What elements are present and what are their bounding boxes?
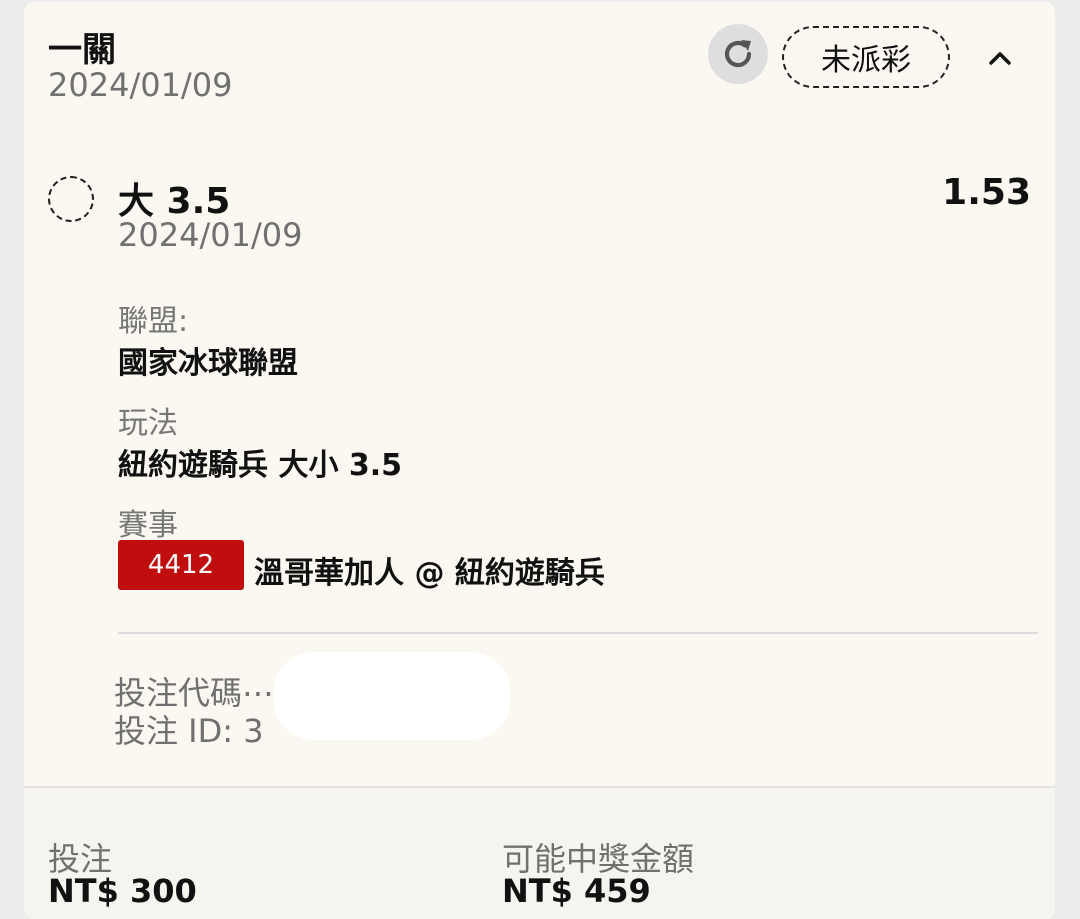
selection-odds: 1.53 xyxy=(942,172,1031,213)
refresh-icon xyxy=(724,40,752,68)
refresh-button[interactable] xyxy=(708,24,768,84)
bet-summary-footer: 投注 NT$ 300 可能中獎金額 NT$ 459 xyxy=(24,786,1055,919)
bet-id-label: 投注 ID: 3 xyxy=(114,712,264,750)
selection-date: 2024/01/09 xyxy=(118,216,303,254)
stake-value: NT$ 300 xyxy=(48,872,197,910)
payout-value: NT$ 459 xyxy=(502,872,651,910)
chevron-up-icon xyxy=(989,52,1011,65)
bet-type-title: 一關 xyxy=(48,30,116,70)
bet-card: 一關 2024/01/09 未派彩 大 3.5 1.53 2024/01/09 … xyxy=(24,2,1055,919)
status-badge: 未派彩 xyxy=(782,26,950,88)
selection-status-circle xyxy=(48,176,94,222)
league-value: 國家冰球聯盟 xyxy=(118,346,298,381)
market-value: 紐約遊騎兵 大小 3.5 xyxy=(118,448,403,483)
market-label: 玩法 xyxy=(118,406,178,441)
league-label: 聯盟: xyxy=(118,304,189,339)
bet-date: 2024/01/09 xyxy=(48,66,233,104)
redaction-overlay xyxy=(274,652,510,740)
event-name: 溫哥華加人 @ 紐約遊騎兵 xyxy=(254,556,605,591)
divider xyxy=(118,632,1038,634)
event-label: 賽事 xyxy=(118,508,178,543)
collapse-button[interactable] xyxy=(982,40,1018,76)
event-id-badge: 4412 xyxy=(118,540,244,590)
